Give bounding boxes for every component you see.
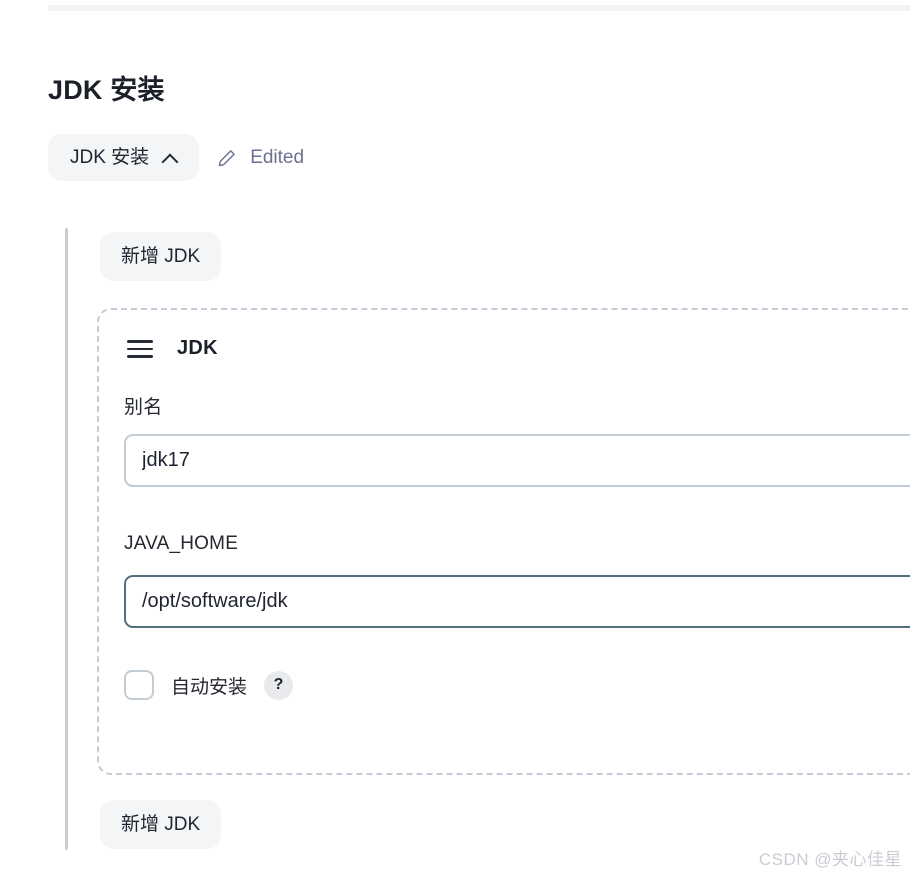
- section-guide-line: [65, 228, 68, 850]
- alias-input[interactable]: [124, 434, 910, 487]
- auto-install-label: 自动安装: [171, 676, 248, 698]
- edited-label: Edited: [250, 146, 305, 168]
- collapse-toggle-label: JDK 安装: [70, 147, 150, 168]
- add-jdk-button-top[interactable]: 新增 JDK: [100, 232, 222, 281]
- help-badge-icon[interactable]: ?: [264, 670, 294, 700]
- watermark: CSDN @夹心佳星: [758, 850, 902, 869]
- page-title: JDK 安装: [48, 75, 165, 106]
- java-home-input[interactable]: [124, 575, 910, 628]
- pencil-icon: [217, 148, 237, 168]
- chevron-up-icon: [163, 151, 177, 165]
- alias-field-label: 别名: [124, 397, 163, 418]
- edited-status[interactable]: Edited: [217, 147, 304, 169]
- collapse-header-row: JDK 安装 Edited: [48, 134, 304, 181]
- card-title: JDK: [177, 337, 218, 360]
- auto-install-row: 自动安装 ?: [124, 670, 294, 700]
- top-divider: [48, 5, 910, 11]
- collapse-toggle-button[interactable]: JDK 安装: [48, 134, 200, 181]
- java-home-field-label: JAVA_HOME: [124, 533, 239, 554]
- add-jdk-button-bottom[interactable]: 新增 JDK: [100, 800, 222, 849]
- card-header: JDK: [127, 335, 218, 363]
- auto-install-checkbox[interactable]: [124, 670, 154, 700]
- hamburger-drag-icon[interactable]: [127, 335, 153, 363]
